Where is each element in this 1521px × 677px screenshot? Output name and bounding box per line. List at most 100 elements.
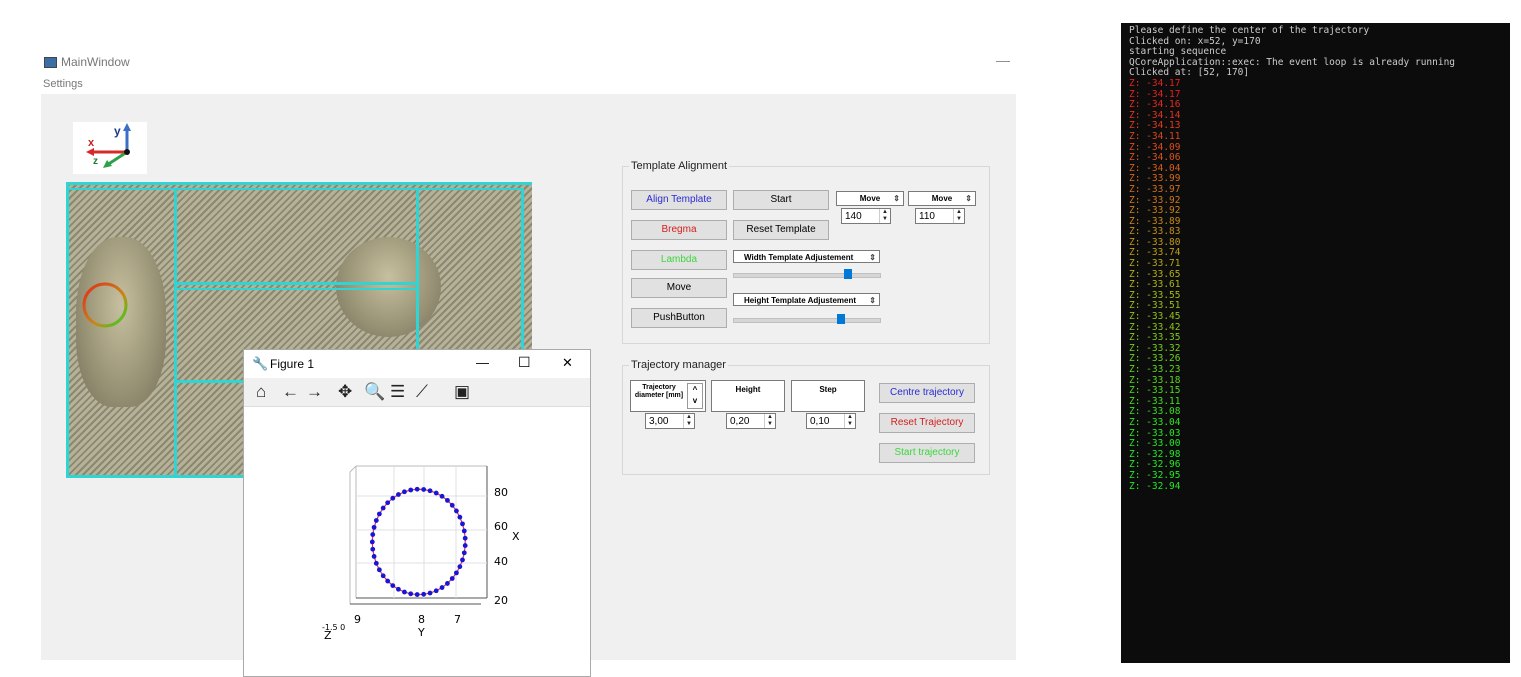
trajectory-point [461, 528, 467, 534]
height-adjust-slider[interactable] [733, 318, 881, 323]
y-tick-label: 8 [418, 613, 425, 626]
step-spinbox[interactable]: 0,10 ▲ ▼ [806, 413, 856, 429]
align-template-button[interactable]: Align Template [631, 190, 727, 210]
home-icon[interactable]: ⌂ [256, 382, 266, 402]
z-axis-label: Z [324, 629, 332, 642]
height-spinbox[interactable]: 0,20 ▲ ▼ [726, 413, 776, 429]
trajectory-point [421, 487, 427, 492]
trajectory-point [427, 590, 433, 596]
axis-y-label: y [114, 124, 121, 138]
window-minimize-button[interactable]: — [996, 52, 1016, 68]
figure-close-button[interactable]: ✕ [562, 355, 573, 371]
height-adjust-slider-handle[interactable] [837, 314, 845, 324]
console-line: Z: -33.71 [1129, 258, 1181, 270]
step-label: Step [819, 385, 837, 394]
trajectory-point [460, 521, 465, 527]
diameter-spinbox[interactable]: 3,00 ▲ ▼ [645, 413, 695, 429]
menu-settings[interactable]: Settings [43, 78, 83, 90]
height-label: Height [735, 385, 761, 394]
trajectory-marker [82, 282, 128, 328]
height-combo[interactable]: Height [711, 380, 785, 412]
window-app-icon [44, 57, 57, 68]
figure-titlebar[interactable]: 🔧 Figure 1 — ☐ ✕ [244, 350, 590, 378]
trajectory-point [373, 518, 379, 523]
pan-icon[interactable]: ✥ [338, 382, 352, 402]
axis-z-label: z [93, 156, 98, 167]
trajectory-diameter-combo[interactable]: Trajectory diameter [mm] ^ v [630, 380, 706, 412]
move-spinbox-1[interactable]: 140 ▲ ▼ [841, 208, 891, 224]
reset-template-button[interactable]: Reset Template [733, 220, 829, 240]
figure-minimize-button[interactable]: — [476, 355, 489, 370]
brain-region-right [336, 237, 441, 337]
step-combo[interactable]: Step [791, 380, 865, 412]
main-window-titlebar[interactable]: MainWindow — [41, 50, 1016, 76]
console-line: Z: -33.92 [1129, 205, 1181, 217]
trajectory-point [370, 532, 376, 537]
move-combo-1[interactable]: Move ⇕ [836, 191, 904, 206]
trajectory-point [380, 573, 386, 579]
move-combo-2[interactable]: Move ⇕ [908, 191, 976, 206]
trajectory-point [454, 570, 459, 576]
trajectory-series [369, 486, 468, 597]
spinbox-arrows-icon[interactable]: ▲ ▼ [764, 414, 775, 428]
console-line: Z: -33.32 [1129, 342, 1181, 354]
console-line: Z: -32.98 [1129, 448, 1181, 460]
width-adjust-slider[interactable] [733, 273, 881, 278]
console-line: Z: -33.65 [1129, 268, 1181, 280]
forward-icon[interactable]: → [306, 382, 323, 402]
start-trajectory-button[interactable]: Start trajectory [879, 443, 975, 463]
trajectory-point [427, 488, 433, 494]
combo-updown-icon[interactable]: ⇕ [893, 192, 900, 205]
back-icon[interactable]: ← [282, 382, 299, 402]
combo-updown-icon[interactable]: ⇕ [965, 192, 972, 205]
combo-updown-icon[interactable]: ⇕ [869, 251, 876, 264]
console-line: Z: -33.42 [1129, 321, 1181, 333]
save-icon[interactable]: ▣ [454, 382, 470, 402]
console-line: Z: -33.08 [1129, 406, 1181, 418]
trajectory-point [408, 487, 414, 493]
console-line: Z: -33.04 [1129, 416, 1181, 428]
width-adjust-slider-handle[interactable] [844, 269, 852, 279]
trajectory-point [433, 588, 439, 594]
start-button[interactable]: Start [733, 190, 829, 210]
height-adjust-combo[interactable]: Height Template Adjustement ⇕ [733, 293, 880, 306]
bregma-button[interactable]: Bregma [631, 220, 727, 240]
template-line [66, 188, 522, 190]
edit-curve-icon[interactable]: ⟋ [416, 382, 428, 402]
trajectory-manager-title: Trajectory manager [629, 359, 728, 371]
width-adjust-combo[interactable]: Width Template Adjustement ⇕ [733, 250, 880, 263]
console-line: Z: -34.17 [1129, 77, 1181, 89]
console-line: Z: -33.92 [1129, 194, 1181, 206]
trajectory-3d-plot[interactable]: 80 60 40 20 X 9 8 7 Y -1.5 0 Z [244, 406, 590, 676]
spinbox-arrows-icon[interactable]: ▲ ▼ [879, 209, 890, 223]
console-line: Z: -34.13 [1129, 120, 1181, 132]
move-button[interactable]: Move [631, 278, 727, 298]
spinbox-arrows-icon[interactable]: ▲ ▼ [844, 414, 855, 428]
console-line: Z: -33.97 [1129, 183, 1181, 195]
centre-trajectory-button[interactable]: Centre trajectory [879, 383, 975, 403]
console-line: Z: -33.00 [1129, 438, 1181, 450]
height-spinbox-value: 0,20 [730, 416, 750, 427]
trajectory-point [414, 486, 420, 492]
reset-trajectory-button[interactable]: Reset Trajectory [879, 413, 975, 433]
combo-updown-icon[interactable]: ^ v [687, 383, 703, 409]
spinbox-arrows-icon[interactable]: ▲ ▼ [953, 209, 964, 223]
console-line: Z: -33.55 [1129, 289, 1181, 301]
spinbox-arrows-icon[interactable]: ▲ ▼ [683, 414, 694, 428]
pushbutton[interactable]: PushButton [631, 308, 727, 328]
console-output[interactable]: Please define the center of the trajecto… [1121, 23, 1510, 663]
zoom-icon[interactable]: 🔍 [364, 382, 385, 402]
console-line: Z: -34.16 [1129, 99, 1181, 111]
configure-icon[interactable]: ☰ [390, 382, 405, 402]
trajectory-point [402, 489, 407, 495]
combo-updown-icon[interactable]: ⇕ [869, 294, 876, 307]
console-line: Z: -33.80 [1129, 236, 1181, 248]
x-tick-label: 80 [494, 486, 508, 499]
move-spinbox-2[interactable]: 110 ▲ ▼ [915, 208, 965, 224]
figure-maximize-button[interactable]: ☐ [518, 354, 531, 371]
lambda-button[interactable]: Lambda [631, 250, 727, 270]
figure-toolbar: ⌂ ← → ✥ 🔍 ☰ ⟋ ▣ [244, 378, 590, 407]
x-axis-ticks: 80 60 40 20 X [494, 486, 520, 607]
console-line: Clicked at: [52, 170] [1129, 67, 1250, 79]
trajectory-point [449, 502, 455, 508]
